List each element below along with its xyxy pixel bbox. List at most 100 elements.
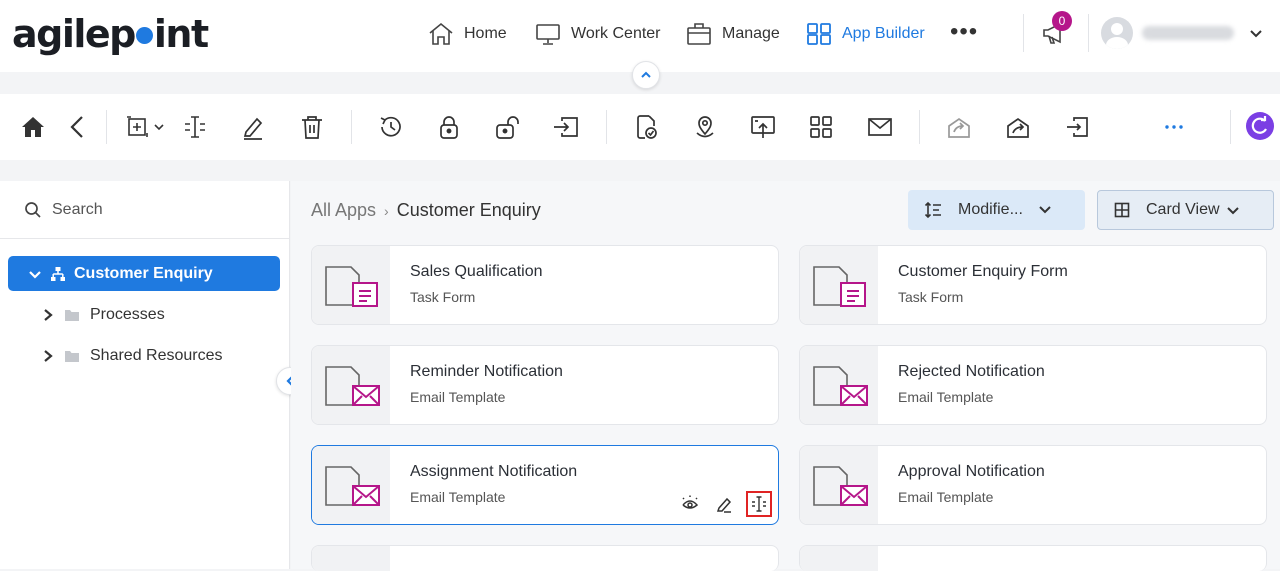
collapse-header-button[interactable] (632, 61, 660, 89)
chevron-right-icon (44, 309, 53, 321)
nav-home-label: Home (464, 25, 507, 42)
card-customer-enquiry-form[interactable]: Customer Enquiry Form Task Form (799, 245, 1267, 325)
hierarchy-icon (51, 266, 65, 281)
card-reminder-notification[interactable]: Reminder Notification Email Template (311, 345, 779, 425)
card-title: Rejected Notification (898, 363, 1045, 380)
email-template-icon (813, 366, 868, 406)
toolbar-lock-button[interactable] (436, 114, 462, 140)
card-rejected-notification[interactable]: Rejected Notification Email Template (799, 345, 1267, 425)
toolbar-export-button[interactable] (1064, 114, 1090, 140)
card-assignment-notification[interactable]: Assignment Notification Email Template (311, 445, 779, 525)
tree-item-customer-enquiry[interactable]: Customer Enquiry (8, 256, 280, 291)
search-label: Search (52, 200, 103, 218)
toolbar-location-button[interactable] (692, 114, 718, 140)
history-icon (380, 116, 401, 137)
view-mode-dropdown[interactable]: Card View (1097, 190, 1274, 230)
card-title: Reminder Notification (410, 363, 563, 380)
card-preview-button[interactable] (680, 494, 700, 514)
toolbar-unlock-button[interactable] (494, 114, 520, 140)
toolbar-checkin-button[interactable] (552, 114, 582, 140)
tree-item-processes[interactable]: Processes (42, 303, 165, 327)
pencil-icon (243, 117, 263, 140)
nav-divider (1088, 14, 1089, 52)
card-type: Email Template (898, 389, 994, 405)
folder-icon (65, 310, 79, 321)
breadcrumb-current: Customer Enquiry (396, 200, 541, 220)
tree-item-shared-resources[interactable]: Shared Resources (42, 344, 223, 368)
nav-app-builder-label: App Builder (842, 25, 925, 42)
more-horizontal-icon (1165, 125, 1183, 129)
breadcrumb-all-apps[interactable]: All Apps (311, 200, 376, 221)
nav-more-button[interactable]: ••• (950, 20, 978, 44)
card-sales-qualification[interactable]: Sales Qualification Task Form (311, 245, 779, 325)
nav-home[interactable]: Home (428, 20, 507, 48)
map-pin-icon (696, 116, 714, 138)
card-view-icon (1114, 202, 1130, 218)
card-type: Email Template (410, 489, 506, 505)
folder-icon (65, 351, 79, 362)
card-title: Assignment Notification (410, 463, 578, 480)
toolbar-more-button[interactable] (1161, 114, 1187, 140)
toolbar-divider (351, 110, 352, 144)
email-template-icon (325, 366, 380, 406)
card-properties-button[interactable] (746, 491, 772, 517)
card-partial[interactable] (311, 545, 779, 571)
document-check-icon (637, 115, 657, 139)
toolbar-back-button[interactable] (64, 114, 90, 140)
nav-work-center[interactable]: Work Center (535, 20, 661, 48)
toolbar-publish-button[interactable] (750, 114, 776, 140)
card-thumbnail (800, 246, 878, 324)
toolbar-approve-button[interactable] (633, 114, 659, 140)
task-form-icon (325, 266, 378, 307)
toolbar-history-button[interactable] (378, 114, 404, 140)
import-icon (948, 117, 970, 138)
toolbar-edit-button[interactable] (240, 114, 266, 140)
user-avatar[interactable] (1101, 17, 1133, 49)
notification-count-badge: 0 (1052, 11, 1072, 31)
toolbar-share-button[interactable] (1005, 114, 1031, 140)
toolbar-delete-button[interactable] (299, 114, 325, 140)
sort-label: Modifie... (958, 201, 1023, 218)
card-partial[interactable] (799, 545, 1267, 571)
toolbar-apps-button[interactable] (808, 114, 834, 140)
app-grid-icon (807, 23, 831, 45)
agilepoint-logo[interactable]: agilep int (12, 12, 209, 56)
nav-manage[interactable]: Manage (686, 20, 780, 48)
chevron-down-icon (1039, 206, 1051, 214)
card-type: Email Template (410, 389, 506, 405)
text-cursor-icon (752, 496, 766, 512)
unlock-icon (496, 116, 519, 139)
chevron-up-icon (641, 71, 651, 78)
card-approval-notification[interactable]: Approval Notification Email Template (799, 445, 1267, 525)
toolbar-divider (919, 110, 920, 144)
card-edit-button[interactable] (714, 494, 734, 514)
nav-manage-label: Manage (722, 25, 780, 42)
toolbar-email-button[interactable] (867, 114, 893, 140)
sort-dropdown[interactable]: Modifie... (908, 190, 1085, 230)
nav-work-center-label: Work Center (571, 25, 661, 42)
toolbar-home-button[interactable] (20, 114, 46, 140)
refresh-assistant-button[interactable] (1246, 112, 1274, 140)
card-type: Task Form (898, 289, 964, 305)
pencil-icon (716, 497, 732, 513)
sidebar-search[interactable]: Search (0, 181, 290, 239)
home-filled-icon (22, 117, 44, 137)
lock-icon (440, 116, 458, 139)
card-thumbnail (312, 346, 390, 424)
nav-divider (1023, 14, 1024, 52)
user-name-blurred (1142, 26, 1234, 40)
view-mode-label: Card View (1146, 201, 1220, 218)
export-icon (1067, 117, 1088, 137)
trash-icon (302, 116, 322, 139)
nav-app-builder[interactable]: App Builder (806, 20, 925, 48)
toolbar-add-button[interactable] (125, 114, 169, 140)
card-thumbnail (800, 446, 878, 524)
email-template-icon (325, 466, 380, 506)
sort-icon (924, 201, 941, 219)
tree-root-label: Customer Enquiry (74, 264, 213, 282)
share-icon (1007, 117, 1029, 138)
chevron-down-icon[interactable] (1247, 24, 1265, 42)
monitor-icon (536, 24, 560, 45)
toolbar-import-button[interactable] (946, 114, 972, 140)
toolbar-properties-button[interactable] (182, 114, 208, 140)
